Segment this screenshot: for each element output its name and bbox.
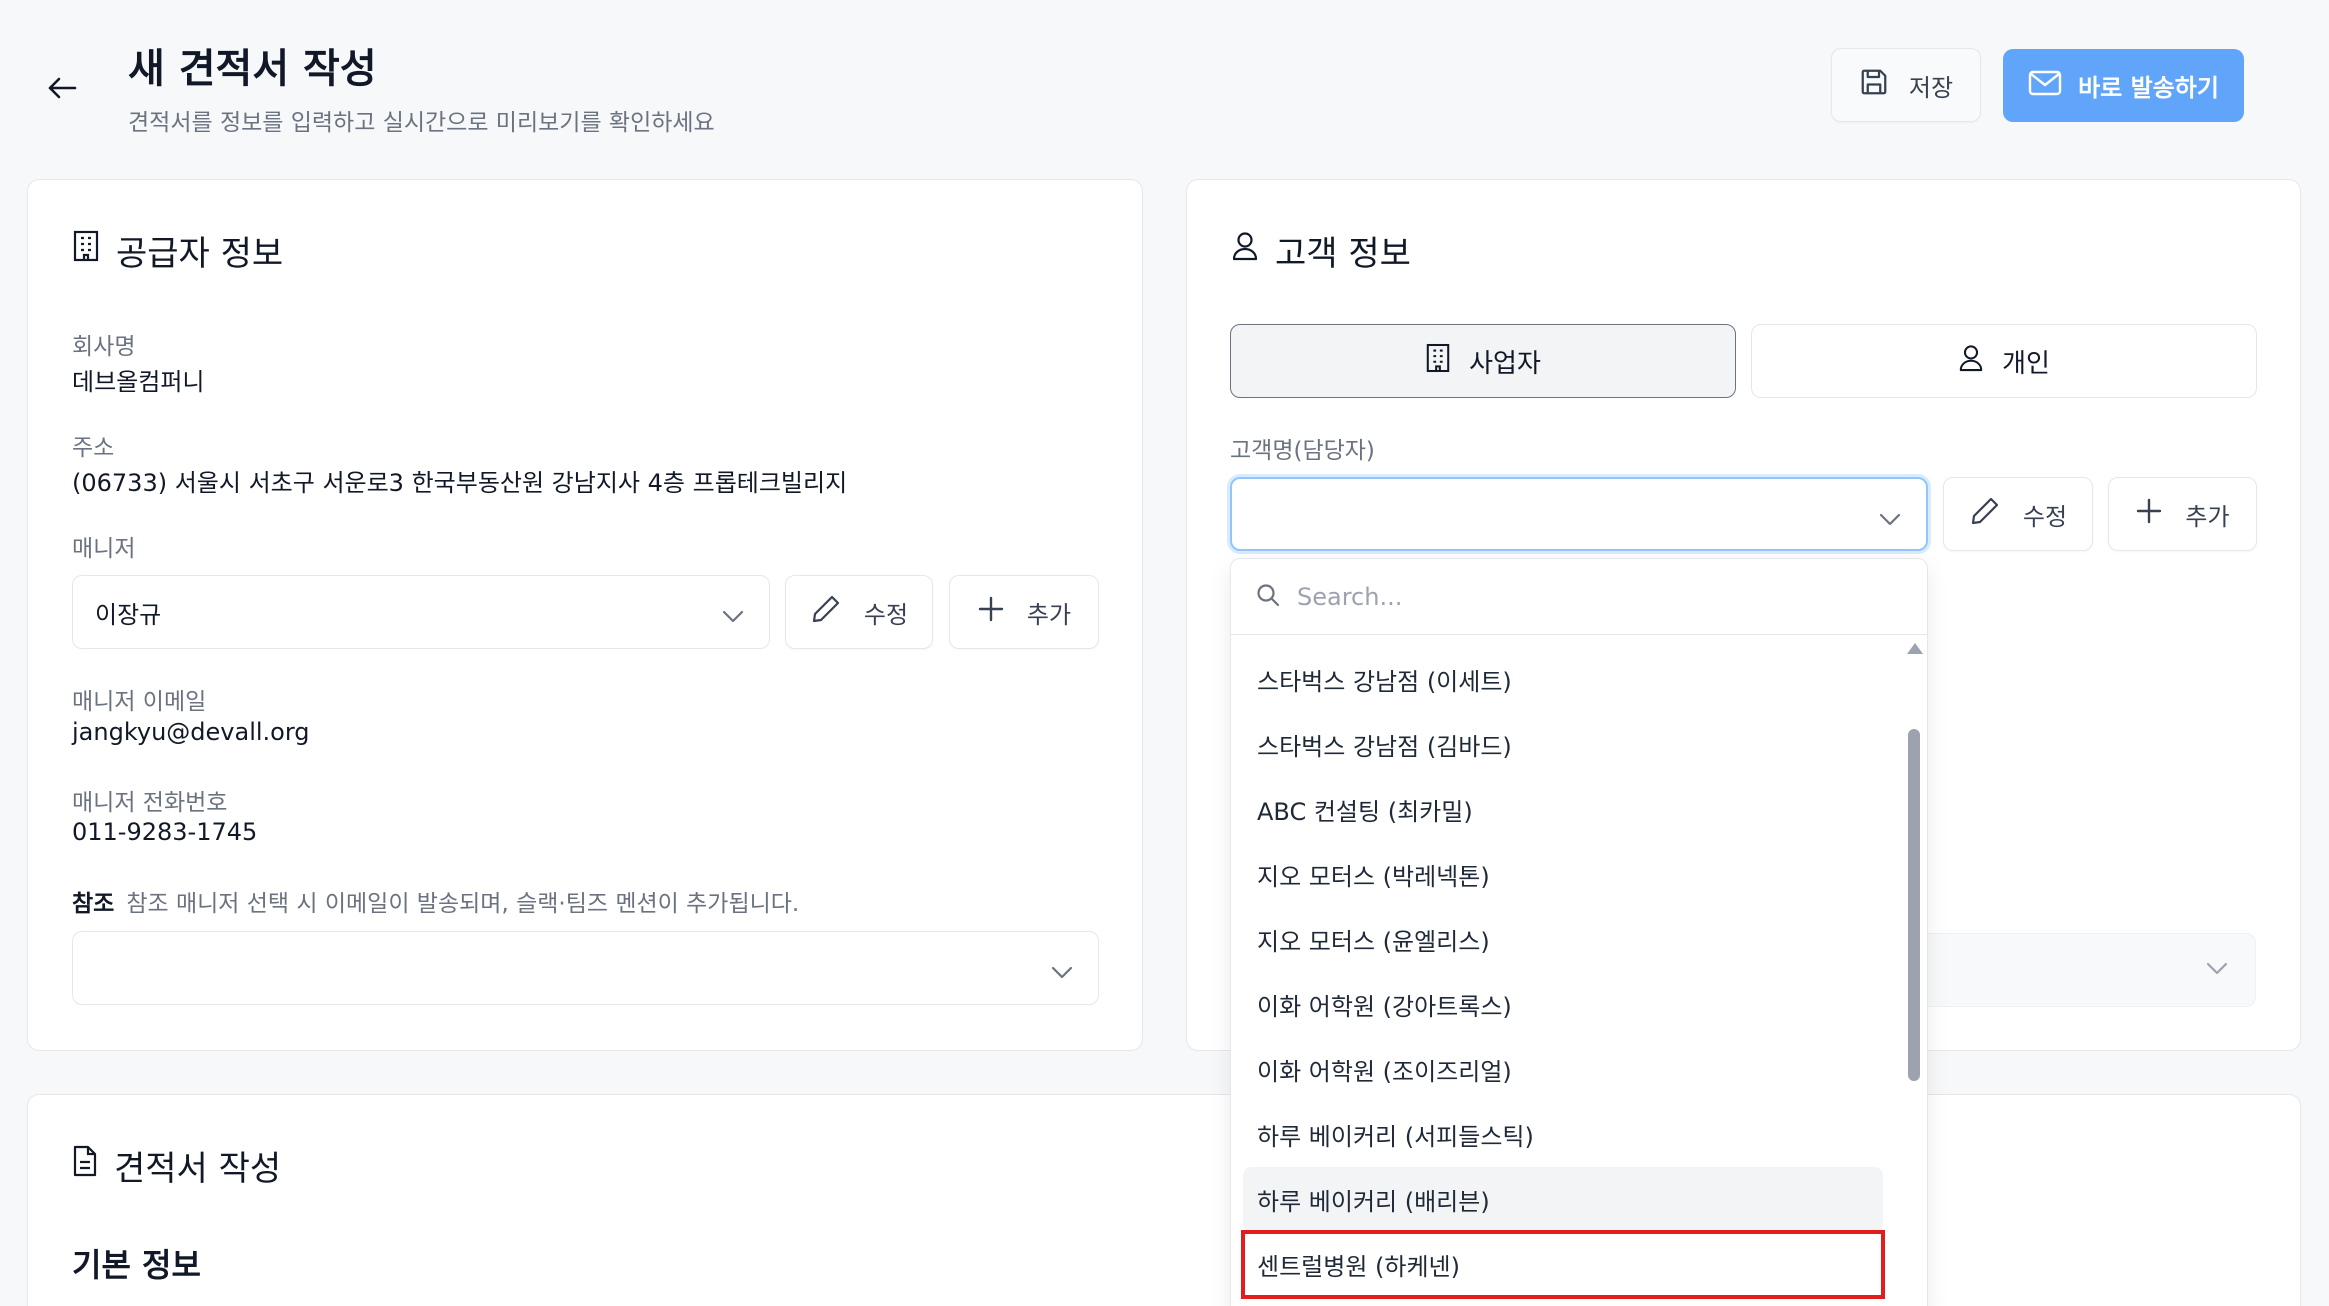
edit-manager-button[interactable]: 수정 xyxy=(785,575,933,649)
mail-icon xyxy=(2028,70,2062,102)
dropdown-item[interactable]: 스타벅스 강남점 (이세트) xyxy=(1243,647,1883,712)
dropdown-search xyxy=(1231,559,1927,635)
save-button-label: 저장 xyxy=(1908,73,1954,102)
dropdown-item[interactable]: 하루 베이커리 (배리븐) xyxy=(1243,1167,1883,1232)
dropdown-item[interactable]: ABC 컨설팅 (최카밀) xyxy=(1243,777,1883,842)
building-icon xyxy=(1425,343,1451,380)
manager-phone-label: 매니저 전화번호 xyxy=(72,790,228,816)
user-icon xyxy=(1958,343,1984,380)
customer-detail-select[interactable] xyxy=(1928,933,2256,1007)
add-customer-button[interactable]: 추가 xyxy=(2108,477,2257,551)
quote-card xyxy=(27,1094,2301,1306)
dropdown-item[interactable]: 이화 어학원 (조이즈리얼) xyxy=(1243,1037,1883,1102)
quote-card-title: 견적서 작성 xyxy=(72,1141,281,1190)
reference-help-text: 참조 매니저 선택 시 이메일이 발송되며, 슬랙·팀즈 멘션이 추가됩니다. xyxy=(126,891,800,917)
add-manager-button[interactable]: 추가 xyxy=(949,575,1099,649)
edit-customer-button[interactable]: 수정 xyxy=(1943,477,2093,551)
scroll-up-arrow-icon[interactable] xyxy=(1907,643,1923,654)
manager-email-label: 매니저 이메일 xyxy=(72,689,207,715)
address-label: 주소 xyxy=(72,435,115,461)
save-icon xyxy=(1859,67,1889,103)
chevron-down-icon xyxy=(721,602,745,630)
tab-individual[interactable]: 개인 xyxy=(1751,324,2257,398)
address-value: (06733) 서울시 서초구 서운로3 한국부동산원 강남지사 4층 프롭테크… xyxy=(72,469,848,497)
manager-phone-value: 011-9283-1745 xyxy=(72,818,258,846)
pencil-icon xyxy=(1969,495,2001,533)
company-name-label: 회사명 xyxy=(72,334,136,360)
manager-label: 매니저 xyxy=(72,536,136,562)
user-icon xyxy=(1231,230,1259,271)
dropdown-item[interactable]: 센트럴병원 (하케넨) xyxy=(1241,1230,1885,1299)
page-subtitle: 견적서를 정보를 입력하고 실시간으로 미리보기를 확인하세요 xyxy=(128,110,715,136)
send-now-button[interactable]: 바로 발송하기 xyxy=(2003,49,2244,122)
scrollbar-thumb[interactable] xyxy=(1908,729,1920,1081)
quote-editor-page: 새 견적서 작성 견적서를 정보를 입력하고 실시간으로 미리보기를 확인하세요… xyxy=(0,0,2329,1306)
chevron-down-icon xyxy=(1050,958,1074,986)
dropdown-scrollbar[interactable] xyxy=(1905,643,1923,1306)
reference-select[interactable] xyxy=(72,931,1099,1005)
tab-business[interactable]: 사업자 xyxy=(1230,324,1736,398)
dropdown-item[interactable]: 지오 모터스 (박레넥톤) xyxy=(1243,842,1883,907)
manager-email-value: jangkyu@devall.org xyxy=(72,718,310,746)
document-icon xyxy=(72,1145,98,1186)
page-title: 새 견적서 작성 xyxy=(128,46,377,92)
customer-select[interactable] xyxy=(1230,477,1928,551)
dropdown-item[interactable]: 스타벅스 강남점 (김바드) xyxy=(1243,712,1883,777)
dropdown-item[interactable]: 지오 모터스 (윤엘리스) xyxy=(1243,907,1883,972)
customer-info-title: 고객 정보 xyxy=(1231,226,1411,275)
reference-label: 참조 xyxy=(72,891,115,917)
pencil-icon xyxy=(810,593,842,631)
manager-select[interactable]: 이장규 xyxy=(72,575,770,649)
dropdown-item[interactable]: 이화 어학원 (강아트록스) xyxy=(1243,972,1883,1037)
dropdown-list: 스타벅스 강남점 (이세트) 스타벅스 강남점 (김바드) ABC 컨설팅 (최카밀… xyxy=(1241,647,1885,1299)
search-icon xyxy=(1255,582,1281,612)
customer-name-label: 고객명(담당자) xyxy=(1230,438,1375,464)
chevron-down-icon xyxy=(1878,505,1902,533)
chevron-down-icon xyxy=(2205,960,2229,980)
supplier-info-title: 공급자 정보 xyxy=(72,226,283,275)
company-name-value: 데브올컴퍼니 xyxy=(72,368,205,396)
manager-select-value: 이장규 xyxy=(95,600,162,629)
building-icon xyxy=(72,230,100,271)
dropdown-search-input[interactable] xyxy=(1297,582,1857,611)
dropdown-item[interactable]: 하루 베이커리 (서피들스틱) xyxy=(1243,1102,1883,1167)
save-button[interactable]: 저장 xyxy=(1831,48,1981,122)
plus-icon xyxy=(2135,497,2163,531)
customer-dropdown: 스타벅스 강남점 (이세트)스타벅스 강남점 (김바드)ABC 컨설팅 (최카밀… xyxy=(1230,558,1928,1306)
reference-help: 참조 참조 매니저 선택 시 이메일이 발송되며, 슬랙·팀즈 멘션이 추가됩니다… xyxy=(72,884,799,918)
back-arrow-icon[interactable] xyxy=(40,66,84,110)
plus-icon xyxy=(977,595,1005,629)
send-button-label: 바로 발송하기 xyxy=(2078,74,2219,102)
basic-info-heading: 기본 정보 xyxy=(72,1246,201,1284)
